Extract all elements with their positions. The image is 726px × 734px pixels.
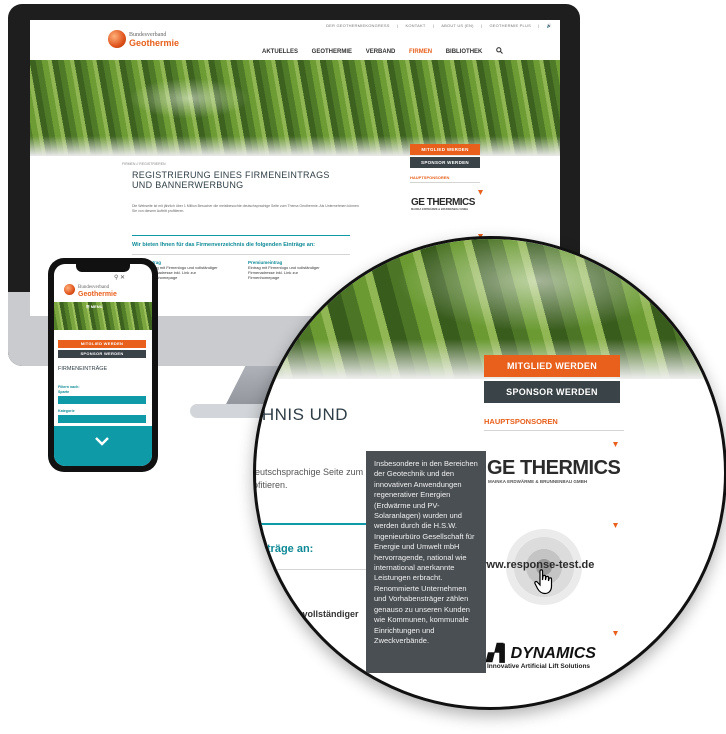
top-nav-geothermie-plus[interactable]: GEOTHERMIE PLUS bbox=[489, 23, 530, 28]
mobile-logo-icon[interactable] bbox=[64, 284, 75, 295]
logo-main-text[interactable]: Geothermie bbox=[129, 38, 179, 48]
logo-icon[interactable] bbox=[108, 30, 126, 48]
mobile-heading: FIRMENEINTRÄGE bbox=[58, 366, 108, 372]
lens-sponsor-button[interactable]: SPONSOR WERDEN bbox=[484, 381, 620, 403]
sponsor-button[interactable]: SPONSOR WERDEN bbox=[410, 157, 480, 168]
main-navigation: AKTUELLES GEOTHERMIE VERBAND FIRMEN BIBL… bbox=[262, 47, 503, 55]
hand-cursor-icon bbox=[534, 569, 553, 595]
nav-geothermie[interactable]: GEOTHERMIE bbox=[312, 49, 352, 55]
top-nav-congress[interactable]: DER GEOTHERMIEKONGRESS bbox=[326, 23, 390, 28]
mobile-filter-kategorie[interactable] bbox=[58, 415, 146, 423]
intro-text: Die Webseite ist mit jährlich über 1 Mil… bbox=[132, 204, 359, 213]
mobile-sponsor-button[interactable]: SPONSOR WERDEN bbox=[58, 350, 146, 358]
nav-bibliothek[interactable]: BIBLIOTHEK bbox=[446, 49, 483, 55]
mobile-hero-image bbox=[54, 302, 152, 330]
sponsor-tooltip: Insbesondere in den Bereichen der Geotec… bbox=[366, 451, 486, 673]
member-button[interactable]: MITGLIED WERDEN bbox=[410, 144, 480, 155]
mobile-search-icon[interactable]: ⚲ ✕ bbox=[114, 274, 125, 281]
speaker-icon[interactable]: 🔊 bbox=[547, 23, 552, 28]
lens-sponsor-geothermics-logo[interactable]: GE THERMICS bbox=[487, 457, 621, 480]
nav-firmen[interactable]: FIRMEN bbox=[409, 49, 432, 55]
phone-notch bbox=[76, 264, 130, 272]
top-nav-contact[interactable]: KONTAKT bbox=[406, 23, 426, 28]
mobile-menu-button[interactable]: ☰ MENU bbox=[86, 304, 102, 309]
page-title: REGISTRIERUNG EINES FIRMENEINTRAGS UND B… bbox=[132, 170, 330, 190]
mobile-member-button[interactable]: MITGLIED WERDEN bbox=[58, 340, 146, 348]
entry-column-basic: eintrag Eintrag mit Firmenlogo und volls… bbox=[146, 260, 218, 280]
sponsor-geothermics-logo[interactable]: GE THERMICS bbox=[411, 197, 475, 208]
top-nav-about[interactable]: ABOUT US (EN) bbox=[441, 23, 473, 28]
mobile-screen: ⚲ ✕ Bundesverband Geothermie ☰ MENU MITG… bbox=[54, 264, 152, 466]
lens-title-fragment: EICHNIS UND bbox=[256, 405, 349, 424]
main-sponsors-heading: HAUPTSPONSOREN bbox=[410, 175, 450, 180]
nav-aktuelles[interactable]: AKTUELLES bbox=[262, 49, 298, 55]
mobile-filter-sparte[interactable] bbox=[58, 396, 146, 404]
lens-sponsor-dynamics-logo[interactable]: ▞▌DYNAMICS bbox=[487, 643, 596, 663]
lens-member-button[interactable]: MITGLIED WERDEN bbox=[484, 355, 620, 377]
chevron-down-icon[interactable] bbox=[94, 436, 110, 446]
search-icon[interactable] bbox=[496, 47, 503, 54]
lens-main-sponsors-heading: HAUPTSPONSOREN bbox=[484, 417, 558, 426]
magnifier-lens: EICHNIS UND te deutschsprachige Seite zu… bbox=[253, 236, 726, 710]
nav-verband[interactable]: VERBAND bbox=[366, 49, 396, 55]
breadcrumb[interactable]: FIRMEN // REGISTRIEREN bbox=[122, 162, 166, 166]
lens-subheading: n Einträge an: bbox=[253, 543, 314, 555]
divider bbox=[132, 235, 350, 236]
top-navigation: DER GEOTHERMIEKONGRESS | KONTAKT | ABOUT… bbox=[326, 23, 552, 28]
